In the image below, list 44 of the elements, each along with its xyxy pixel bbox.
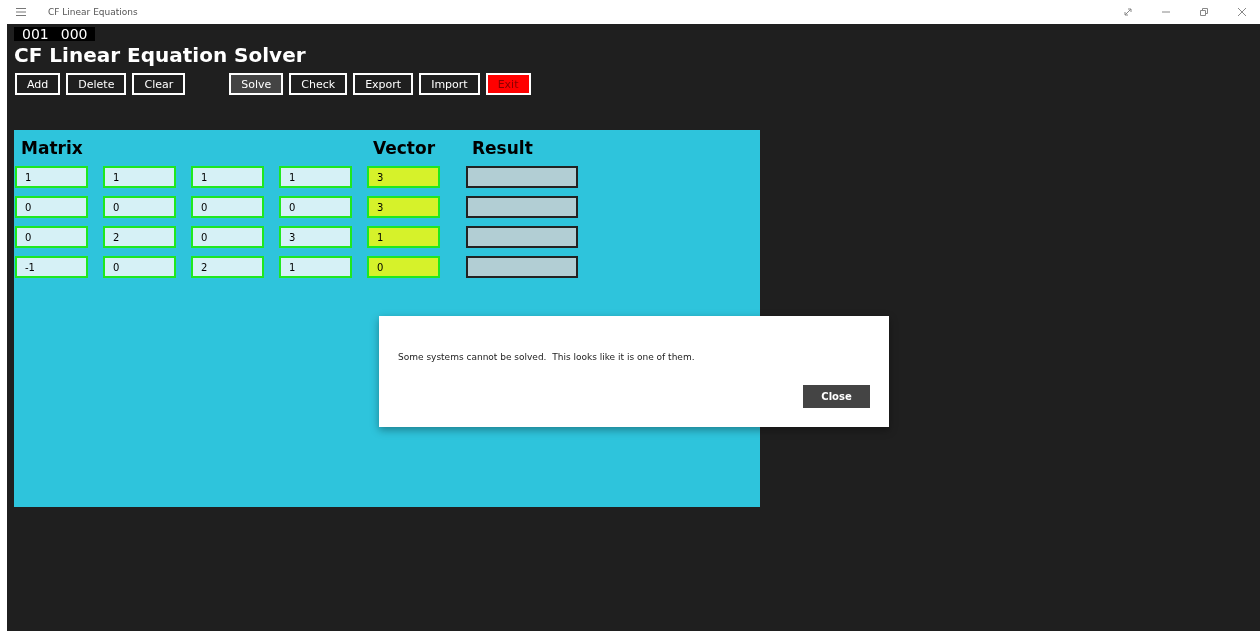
toolbar-button[interactable]: Solve <box>229 73 284 95</box>
menu-icon[interactable] <box>16 8 26 16</box>
toolbar-button[interactable]: Delete <box>66 73 127 95</box>
toolbar-button[interactable]: Clear <box>132 73 186 95</box>
expand-icon[interactable] <box>1124 8 1132 16</box>
vector-field[interactable]: 3 <box>367 166 440 188</box>
toolbar-button[interactable]: Export <box>353 73 414 95</box>
result-field[interactable] <box>466 196 578 218</box>
matrix-field[interactable]: 1 <box>103 166 176 188</box>
window-title: CF Linear Equations <box>48 7 138 17</box>
restore-icon[interactable] <box>1200 8 1208 16</box>
toolbar-button[interactable]: Add <box>15 73 61 95</box>
toolbar-button[interactable]: Import <box>419 73 480 95</box>
matrix-field[interactable]: 0 <box>103 256 176 278</box>
close-button[interactable]: Close <box>803 385 870 408</box>
result-field[interactable] <box>466 166 578 188</box>
matrix-field[interactable]: 0 <box>103 196 176 218</box>
matrix-field[interactable]: 3 <box>279 226 352 248</box>
matrix-field[interactable]: 1 <box>279 256 352 278</box>
result-field[interactable] <box>466 226 578 248</box>
matrix-field[interactable]: 2 <box>103 226 176 248</box>
app-title: CF Linear Equation Solver <box>14 43 307 67</box>
vector-heading: Vector <box>372 138 437 158</box>
matrix-field[interactable]: 0 <box>191 196 264 218</box>
matrix-field[interactable]: 0 <box>279 196 352 218</box>
dialog-message: Some systems cannot be solved. This looks like it is one of them. <box>398 352 696 362</box>
matrix-heading: Matrix <box>20 138 84 158</box>
counter: 000 <box>60 27 88 41</box>
matrix-field[interactable]: 2 <box>191 256 264 278</box>
close-icon[interactable] <box>1238 8 1246 16</box>
matrix-field[interactable]: 1 <box>191 166 264 188</box>
vector-field[interactable]: 3 <box>367 196 440 218</box>
matrix-field[interactable]: 0 <box>15 196 88 218</box>
vector-field[interactable]: 1 <box>367 226 440 248</box>
matrix-field[interactable]: 0 <box>191 226 264 248</box>
matrix-field[interactable]: 0 <box>15 226 88 248</box>
matrix-field[interactable]: 1 <box>279 166 352 188</box>
toolbar-button[interactable]: Check <box>289 73 348 95</box>
matrix-field[interactable]: -1 <box>15 256 88 278</box>
matrix-field[interactable]: 1 <box>15 166 88 188</box>
result-field[interactable] <box>466 256 578 278</box>
vector-field[interactable]: 0 <box>367 256 440 278</box>
counter: 001 <box>22 27 49 41</box>
result-heading: Result <box>471 138 534 158</box>
